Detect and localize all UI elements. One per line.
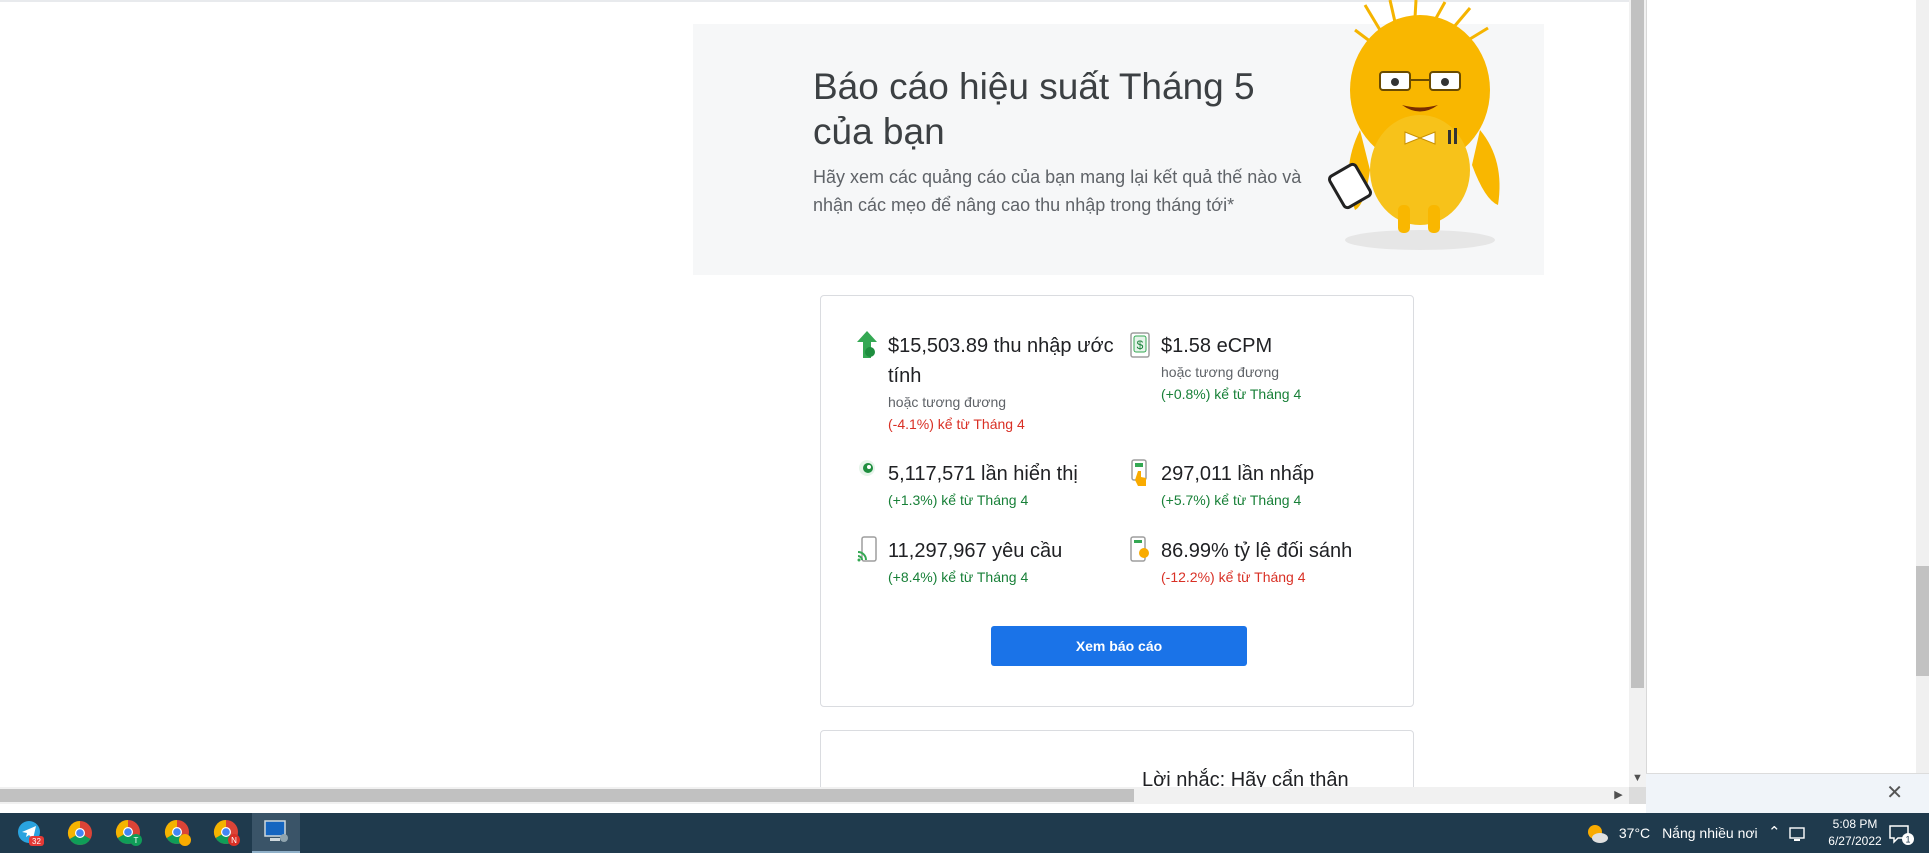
view-report-button[interactable]: Xem báo cáo xyxy=(991,626,1247,666)
notification-count: 1 xyxy=(1905,835,1910,845)
clock-date: 6/27/2022 xyxy=(1828,834,1882,848)
reminder-card: Lời nhắc: Hãy cẩn thân xyxy=(820,730,1414,787)
taskbar-remote-desktop[interactable] xyxy=(252,813,300,853)
phone-signal-icon xyxy=(857,536,877,562)
metric-change: (+0.8%) kể từ Tháng 4 xyxy=(1161,386,1302,402)
metric-title: 11,297,967 yêu cầu xyxy=(888,540,1063,562)
svg-text:$: $ xyxy=(1137,338,1144,352)
chrome-profile-icon xyxy=(164,820,191,846)
telegram-badge: 32 xyxy=(32,837,41,846)
metric-change: (+8.4%) kể từ Tháng 4 xyxy=(888,569,1029,585)
clock-time: 5:08 PM xyxy=(1832,817,1878,831)
metric-change: (+1.3%) kể từ Tháng 4 xyxy=(888,492,1029,508)
profile-badge: N xyxy=(231,836,237,845)
reminder-title: Lời nhắc: Hãy cẩn thân xyxy=(1142,769,1349,787)
metric-change: (-4.1%) kể từ Tháng 4 xyxy=(888,416,1025,432)
notification-center-icon[interactable]: 1 xyxy=(1888,813,1914,853)
chrome-profile-n-icon: N xyxy=(213,820,240,846)
metric-change: (-12.2%) kể từ Tháng 4 xyxy=(1161,569,1306,585)
horizontal-scroll-thumb[interactable] xyxy=(0,789,1134,802)
taskbar-telegram[interactable]: 32 xyxy=(6,813,54,853)
tray-chevron-up-icon[interactable]: ⌃ xyxy=(1768,813,1781,853)
scroll-down-arrow-icon[interactable]: ▼ xyxy=(1629,770,1646,787)
browser-viewport: Báo cáo hiệu suất Tháng 5 của bạn Hãy xe… xyxy=(0,0,1629,787)
weather-description: Nắng nhiều nơi xyxy=(1662,825,1758,841)
hero-banner: Báo cáo hiệu suất Tháng 5 của bạn Hãy xe… xyxy=(693,0,1544,275)
metric-title: 297,011 lần nhấp xyxy=(1161,463,1315,485)
mascot-illustration xyxy=(1327,0,1500,250)
match-rate-icon xyxy=(1130,536,1149,562)
taskbar-chrome-profile-t[interactable]: T xyxy=(105,813,153,853)
vertical-scroll-thumb[interactable] xyxy=(1631,0,1644,688)
system-clock[interactable]: 5:08 PM 6/27/2022 xyxy=(1810,816,1900,850)
network-icon[interactable] xyxy=(1789,813,1807,853)
metric-title: $1.58 eCPM xyxy=(1161,335,1273,357)
notification-bar: ✕ xyxy=(1646,773,1929,813)
eye-icon xyxy=(859,460,875,476)
taskbar-chrome[interactable] xyxy=(56,813,104,853)
earnings-up-arrow-icon xyxy=(857,331,877,358)
scrollbar-corner xyxy=(1629,787,1646,804)
taskbar-chrome-profile-n[interactable]: N xyxy=(203,813,251,853)
telegram-icon: 32 xyxy=(18,821,44,846)
chrome-profile-t-icon: T xyxy=(115,820,142,846)
taskbar: 32 T N 37°C Nắng nhiều nơi ⌃ 5:08 PM 6/2… xyxy=(0,813,1929,853)
metric-title: 5,117,571 lần hiển thị xyxy=(888,463,1078,485)
scroll-right-arrow-icon[interactable]: ▶ xyxy=(1610,787,1627,804)
metric-title: $15,503.89 thu nhập ước tính xyxy=(888,335,1114,387)
weather-sun-cloud-icon xyxy=(1588,825,1608,844)
profile-badge: T xyxy=(134,836,139,845)
dollar-document-icon: $ xyxy=(1130,332,1150,358)
vertical-scrollbar[interactable]: ▼ xyxy=(1629,0,1646,787)
tap-hand-icon xyxy=(1131,459,1147,486)
metric-note: hoặc tương đương xyxy=(888,394,1007,410)
hero-subtitle: Hãy xem các quảng cáo của bạn mang lại k… xyxy=(813,167,1302,215)
metric-note: hoặc tương đương xyxy=(1161,364,1280,380)
horizontal-scrollbar[interactable]: ▶ xyxy=(0,787,1629,804)
chrome-icon xyxy=(67,821,92,846)
metric-change: (+5.7%) kể từ Tháng 4 xyxy=(1161,492,1302,508)
weather-widget[interactable]: 37°C Nắng nhiều nơi xyxy=(1585,813,1758,853)
background-window-scroll-thumb[interactable] xyxy=(1916,566,1929,676)
weather-temperature: 37°C xyxy=(1618,825,1651,841)
taskbar-chrome-profile[interactable] xyxy=(154,813,202,853)
metric-title: 86.99% tỷ lệ đối sánh xyxy=(1161,540,1353,562)
background-window-scrollbar[interactable] xyxy=(1916,0,1929,813)
page-title: Báo cáo hiệu suất Tháng 5 của bạn xyxy=(813,66,1255,152)
metrics-card: $15,503.89 thu nhập ước tính hoặc tương … xyxy=(820,295,1414,707)
background-window xyxy=(1646,0,1929,813)
remote-desktop-icon xyxy=(264,820,288,842)
close-icon[interactable]: ✕ xyxy=(1886,780,1903,805)
